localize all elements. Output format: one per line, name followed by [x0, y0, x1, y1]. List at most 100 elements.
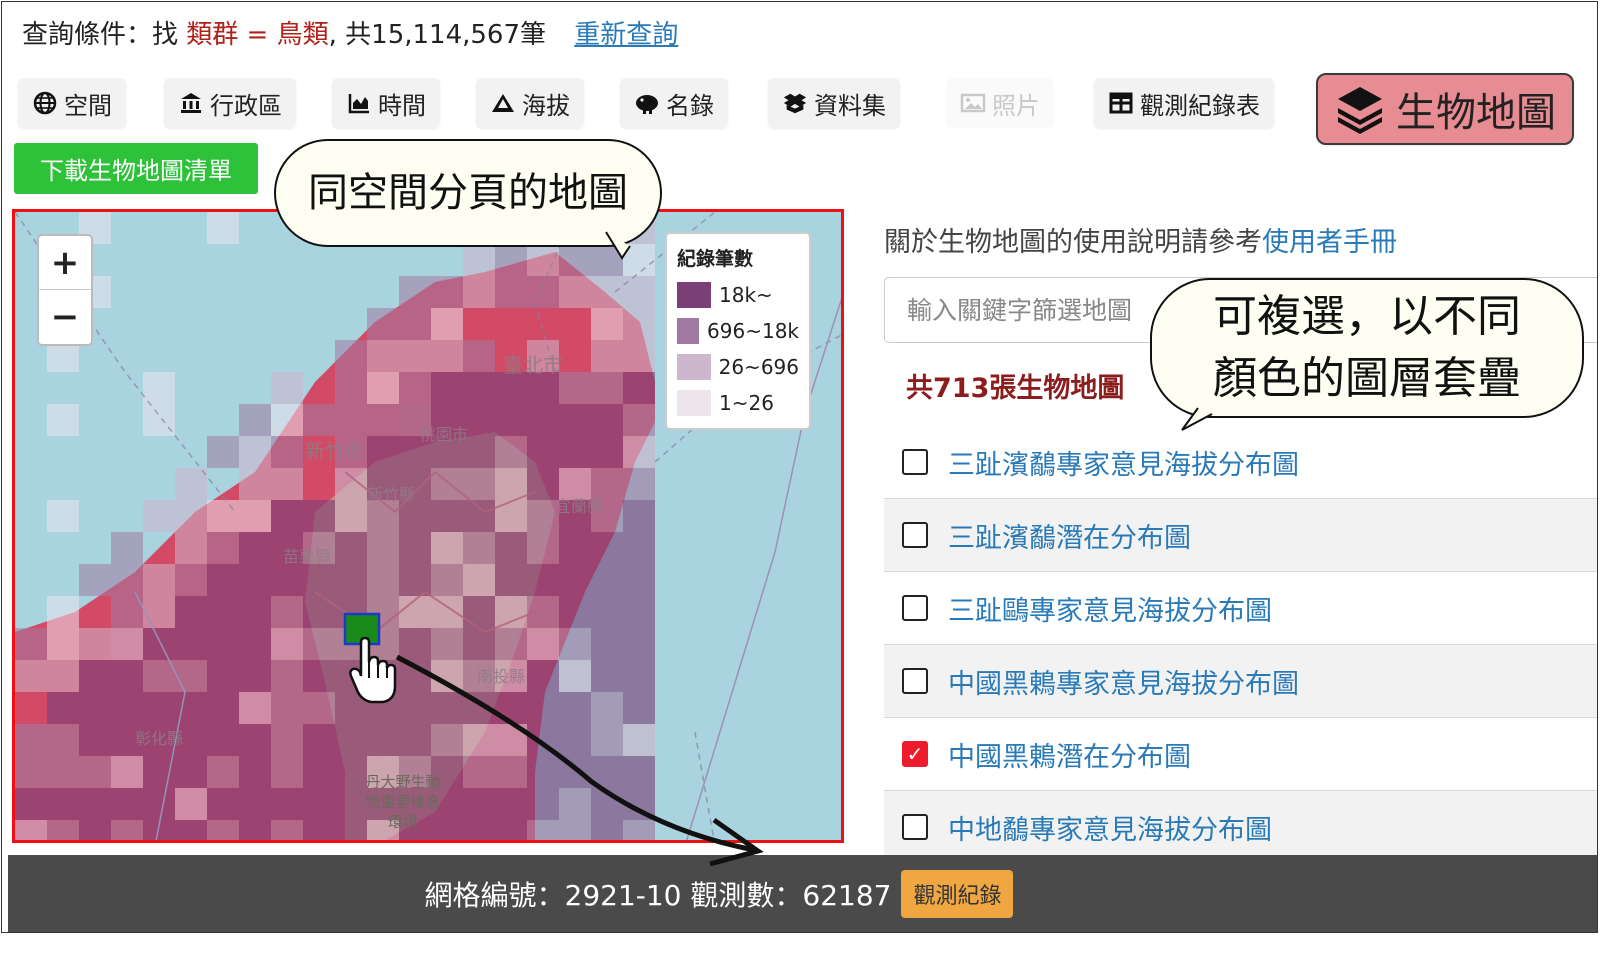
tab-observation-table[interactable]: 觀測紀錄表: [1094, 78, 1274, 128]
zoom-out-button[interactable]: −: [39, 290, 91, 344]
grid-cell[interactable]: [495, 756, 527, 788]
grid-cell[interactable]: [335, 340, 367, 372]
grid-cell[interactable]: [591, 660, 623, 692]
grid-cell[interactable]: [143, 628, 175, 660]
grid-cell[interactable]: [495, 820, 527, 843]
grid-cell[interactable]: [207, 436, 239, 468]
grid-cell[interactable]: [303, 788, 335, 820]
grid-cell[interactable]: [367, 340, 399, 372]
grid-cell[interactable]: [463, 276, 495, 308]
grid-cell[interactable]: [527, 596, 559, 628]
grid-cell[interactable]: [79, 628, 111, 660]
map-checkbox[interactable]: [902, 595, 928, 621]
map-checkbox[interactable]: [902, 668, 928, 694]
grid-cell[interactable]: [207, 756, 239, 788]
grid-cell[interactable]: [175, 596, 207, 628]
grid-cell[interactable]: [143, 788, 175, 820]
grid-cell[interactable]: [591, 596, 623, 628]
grid-cell[interactable]: [463, 724, 495, 756]
grid-cell[interactable]: [431, 308, 463, 340]
grid-cell[interactable]: [559, 244, 591, 276]
tab-space[interactable]: 空間: [18, 78, 126, 128]
grid-cell[interactable]: [431, 372, 463, 404]
grid-cell[interactable]: [399, 340, 431, 372]
grid-cell[interactable]: [495, 244, 527, 276]
grid-cell[interactable]: [239, 596, 271, 628]
grid-cell[interactable]: [207, 788, 239, 820]
map-checkbox[interactable]: [902, 522, 928, 548]
grid-cell[interactable]: [559, 596, 591, 628]
grid-cell[interactable]: [207, 820, 239, 843]
map-view[interactable]: 臺北市 新竹市 新竹縣 桃園市 苗栗縣 宜蘭縣 彰化縣 南投縣 丹大野生動物重要…: [12, 209, 844, 843]
grid-cell[interactable]: [527, 436, 559, 468]
grid-cell[interactable]: [111, 692, 143, 724]
grid-cell[interactable]: [367, 532, 399, 564]
grid-cell[interactable]: [207, 532, 239, 564]
grid-cell[interactable]: [463, 500, 495, 532]
grid-cell[interactable]: [623, 244, 655, 276]
grid-cell[interactable]: [303, 692, 335, 724]
grid-cell[interactable]: [591, 564, 623, 596]
grid-cell[interactable]: [271, 564, 303, 596]
grid-cell[interactable]: [463, 468, 495, 500]
grid-cell[interactable]: [111, 596, 143, 628]
grid-cell[interactable]: [239, 436, 271, 468]
grid-cell[interactable]: [591, 788, 623, 820]
grid-cell[interactable]: [463, 596, 495, 628]
grid-cell[interactable]: [271, 724, 303, 756]
map-list-item[interactable]: 中地鷸專家意見海拔分布圖: [884, 791, 1597, 864]
grid-cell[interactable]: [463, 788, 495, 820]
grid-cell[interactable]: [463, 692, 495, 724]
grid-cell[interactable]: [623, 372, 655, 404]
tab-biomap[interactable]: 生物地圖: [1316, 73, 1574, 145]
grid-cell[interactable]: [271, 660, 303, 692]
grid-cell[interactable]: [399, 372, 431, 404]
grid-cell[interactable]: [15, 788, 47, 820]
grid-cell[interactable]: [239, 756, 271, 788]
grid-cell[interactable]: [111, 660, 143, 692]
grid-cell[interactable]: [399, 532, 431, 564]
grid-cell[interactable]: [239, 500, 271, 532]
grid-cell[interactable]: [431, 276, 463, 308]
grid-cell[interactable]: [175, 820, 207, 843]
grid-cell[interactable]: [271, 628, 303, 660]
grid-cell[interactable]: [47, 596, 79, 628]
grid-cell[interactable]: [111, 628, 143, 660]
grid-cell[interactable]: [271, 692, 303, 724]
map-checkbox-checked[interactable]: ✓: [902, 741, 928, 767]
grid-cell[interactable]: [527, 404, 559, 436]
grid-cell[interactable]: [79, 820, 111, 843]
grid-cell[interactable]: [335, 468, 367, 500]
grid-cell[interactable]: [431, 500, 463, 532]
observation-records-button[interactable]: 觀測紀錄: [901, 870, 1014, 918]
grid-cell[interactable]: [207, 724, 239, 756]
grid-cell[interactable]: [111, 788, 143, 820]
grid-cell[interactable]: [527, 756, 559, 788]
grid-cell[interactable]: [591, 404, 623, 436]
grid-cell[interactable]: [367, 372, 399, 404]
grid-cell[interactable]: [239, 660, 271, 692]
grid-cell[interactable]: [271, 372, 303, 404]
grid-cell[interactable]: [559, 724, 591, 756]
grid-cell[interactable]: [495, 564, 527, 596]
grid-cell[interactable]: [239, 532, 271, 564]
grid-cell[interactable]: [303, 660, 335, 692]
grid-cell[interactable]: [175, 532, 207, 564]
grid-cell[interactable]: [559, 372, 591, 404]
grid-cell[interactable]: [239, 692, 271, 724]
grid-cell[interactable]: [79, 788, 111, 820]
grid-cell[interactable]: [431, 596, 463, 628]
grid-cell[interactable]: [591, 724, 623, 756]
grid-cell[interactable]: [47, 724, 79, 756]
grid-cell[interactable]: [143, 372, 175, 404]
map-list-label[interactable]: 中國黑鶇潛在分布圖: [948, 735, 1191, 774]
grid-cell[interactable]: [175, 628, 207, 660]
grid-cell[interactable]: [623, 532, 655, 564]
grid-cell[interactable]: [399, 308, 431, 340]
grid-cell[interactable]: [463, 244, 495, 276]
grid-cell[interactable]: [47, 788, 79, 820]
grid-cell[interactable]: [495, 532, 527, 564]
grid-cell[interactable]: [207, 500, 239, 532]
grid-cell[interactable]: [111, 756, 143, 788]
grid-cell[interactable]: [591, 372, 623, 404]
